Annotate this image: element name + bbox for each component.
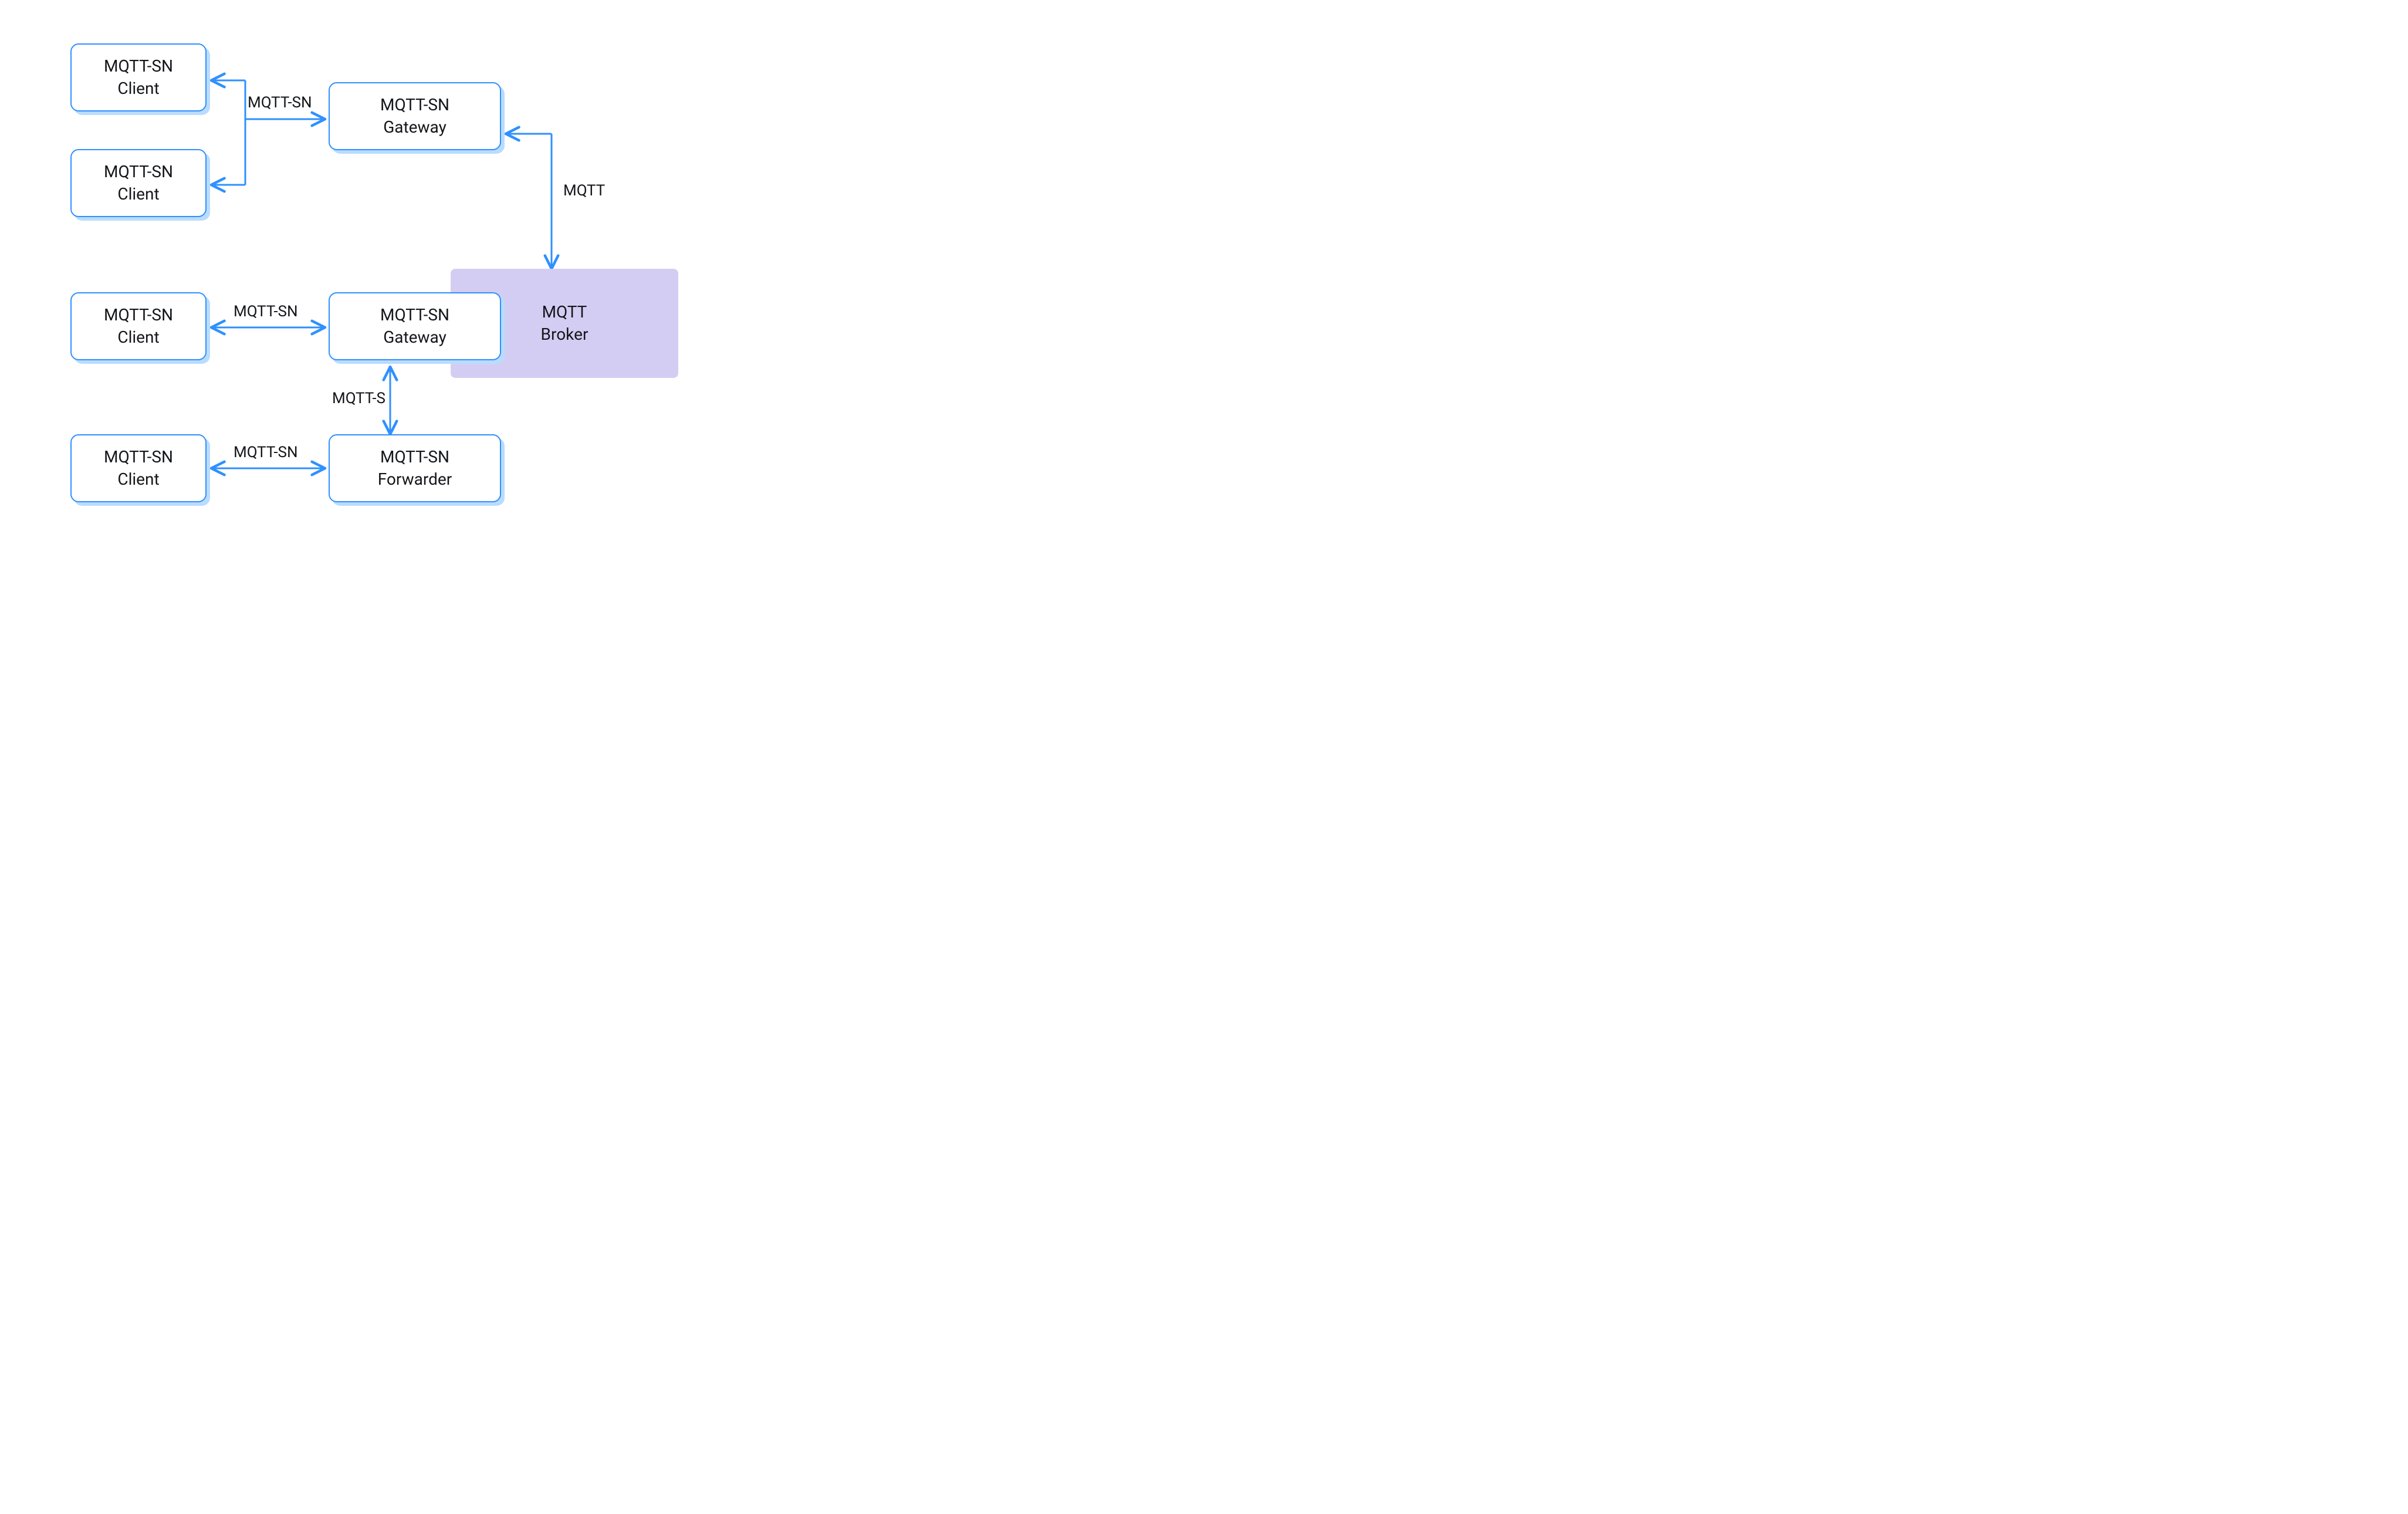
client3-line2: Client xyxy=(117,326,159,349)
forwarder-line1: MQTT-SN xyxy=(380,446,449,468)
gateway2-line1: MQTT-SN xyxy=(380,304,449,326)
forwarder-line2: Forwarder xyxy=(378,468,452,491)
client4-line1: MQTT-SN xyxy=(104,446,173,468)
mqttsn-gateway-1: MQTT-SN Gateway xyxy=(329,82,501,150)
broker-line2: Broker xyxy=(541,323,589,346)
broker-line1: MQTT xyxy=(542,301,587,323)
edge-label-mqtt: MQTT xyxy=(563,182,605,200)
mqttsn-forwarder: MQTT-SN Forwarder xyxy=(329,434,501,502)
mqttsn-client-3: MQTT-SN Client xyxy=(70,292,207,360)
edge-label-mqttsn-top: MQTT-SN xyxy=(248,94,312,111)
client2-line2: Client xyxy=(117,183,159,205)
client1-line1: MQTT-SN xyxy=(104,55,173,77)
mqttsn-client-1: MQTT-SN Client xyxy=(70,43,207,111)
edge-label-mqttsn-bot: MQTT-SN xyxy=(234,444,298,461)
client1-line2: Client xyxy=(117,77,159,100)
edge-label-mqtts: MQTT-S xyxy=(332,390,385,407)
client4-line2: Client xyxy=(117,468,159,491)
mqttsn-client-4: MQTT-SN Client xyxy=(70,434,207,502)
diagram-canvas: MQTT Broker MQTT-SN Client MQTT-SN Clien… xyxy=(0,0,904,568)
edge-label-mqttsn-mid: MQTT-SN xyxy=(234,303,298,320)
mqttsn-gateway-2: MQTT-SN Gateway xyxy=(329,292,501,360)
gateway1-line2: Gateway xyxy=(383,116,447,138)
client2-line1: MQTT-SN xyxy=(104,161,173,183)
client3-line1: MQTT-SN xyxy=(104,304,173,326)
gateway1-line1: MQTT-SN xyxy=(380,94,449,116)
gateway2-line2: Gateway xyxy=(383,326,447,349)
mqttsn-client-2: MQTT-SN Client xyxy=(70,149,207,217)
